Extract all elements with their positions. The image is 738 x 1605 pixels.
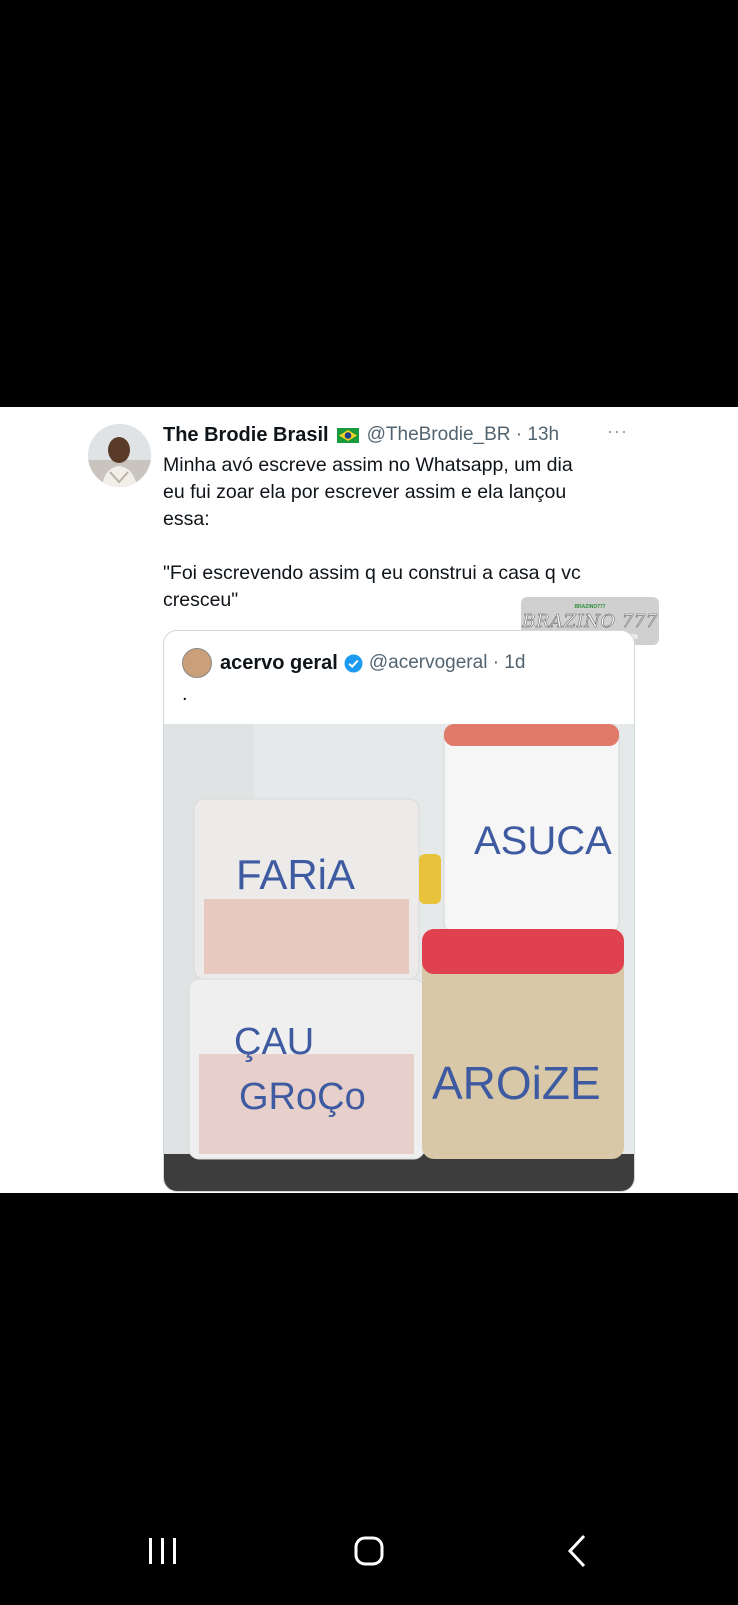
quoted-avatar[interactable] [182,648,212,678]
label-groco: GRoÇo [239,1076,366,1118]
watermark-small-text: BRAZINO777 [574,603,606,610]
quoted-handle[interactable]: @acervogeral · 1d [369,652,526,674]
author-name[interactable]: The Brodie Brasil [163,424,329,447]
tweet-header: The Brodie Brasil @TheBrodie_BR · 13h [163,421,559,449]
tweet-card[interactable]: The Brodie Brasil @TheBrodie_BR · 13h ··… [0,407,738,1193]
author-handle[interactable]: @TheBrodie_BR · 13h [367,424,560,446]
tweet-text: Minha avó escreve assim no Whatsapp, um … [163,454,581,611]
android-navigation-bar [0,1500,738,1600]
back-icon[interactable] [567,1534,586,1568]
brazil-flag-icon [336,427,359,443]
quoted-header: acervo geral @acervogeral · 1d [182,648,525,678]
label-faria: FARiA [236,851,355,898]
label-aroize: AROiZE [432,1057,601,1109]
quoted-text: . [182,683,188,705]
recent-apps-icon[interactable] [149,1538,176,1564]
more-icon[interactable]: ··· [607,421,628,442]
author-avatar[interactable] [88,424,151,487]
quoted-author-name[interactable]: acervo geral [220,652,338,675]
home-icon[interactable] [354,1536,384,1566]
watermark-brand: BRAZINO 777 [522,610,658,632]
label-cau: ÇAU [234,1021,314,1063]
quoted-photo[interactable]: FARiA ÇAU GRoÇo ASUCA AROiZE [164,724,634,1191]
verified-badge-icon [344,654,363,673]
label-asuca: ASUCA [474,819,612,863]
quoted-tweet[interactable]: acervo geral @acervogeral · 1d . FARiA Ç… [163,630,635,1192]
